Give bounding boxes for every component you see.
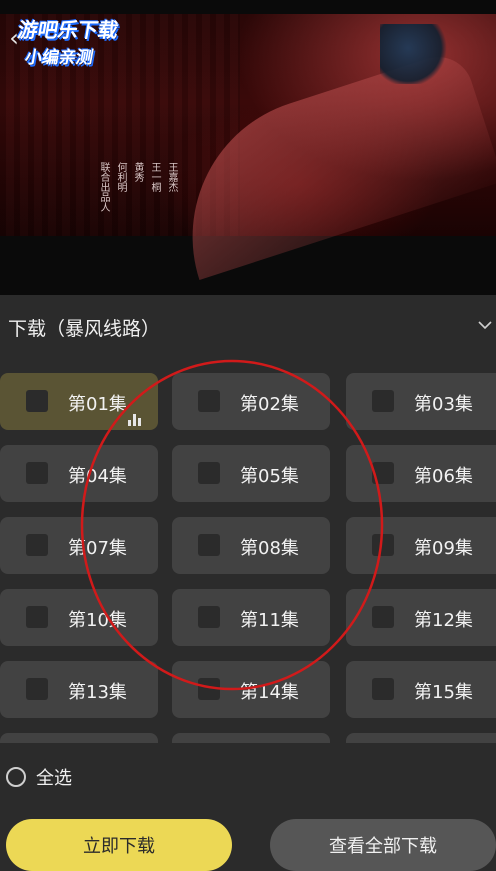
episode-label: 第12集 <box>414 610 473 631</box>
episode-item-1[interactable]: 第01集 <box>0 373 158 430</box>
episode-grid: 第01集 第02集 第03集第04集 第05集 第06集第07集 第08集 第09集第10集… <box>0 373 496 743</box>
credit-0: 王嘉杰 <box>166 162 177 192</box>
video-credits: 联合出品人 何利明 黄秀 王一桐 王嘉杰 <box>98 162 177 212</box>
episode-label: 第14集 <box>240 682 299 703</box>
checkbox-icon[interactable] <box>198 390 220 412</box>
view-all-downloads-button[interactable]: 查看全部下载 <box>270 819 496 871</box>
episode-item-12[interactable]: 第12集 <box>346 589 496 646</box>
credit-3: 何利明 <box>115 162 126 192</box>
episode-label: 第06集 <box>414 466 473 487</box>
episode-label: 第04集 <box>68 466 127 487</box>
chevron-down-icon[interactable] <box>478 318 492 332</box>
select-all-label: 全选 <box>36 768 72 789</box>
checkbox-icon[interactable] <box>26 606 48 628</box>
checkbox-icon[interactable] <box>198 462 220 484</box>
episode-item-11[interactable]: 第11集 <box>172 589 330 646</box>
episode-item-2[interactable]: 第02集 <box>172 373 330 430</box>
checkbox-icon[interactable] <box>198 606 220 628</box>
download-now-button[interactable]: 立即下载 <box>6 819 232 871</box>
episode-label: 第10集 <box>68 610 127 631</box>
checkbox-icon[interactable] <box>198 534 220 556</box>
episode-item-10[interactable]: 第10集 <box>0 589 158 646</box>
radio-icon[interactable] <box>6 767 26 787</box>
episode-item-7[interactable]: 第07集 <box>0 517 158 574</box>
playing-bars-icon <box>128 414 141 426</box>
episode-label: 第08集 <box>240 538 299 559</box>
episode-item-14[interactable]: 第14集 <box>172 661 330 718</box>
episode-item-3[interactable]: 第03集 <box>346 373 496 430</box>
episode-item-6[interactable]: 第06集 <box>346 445 496 502</box>
checkbox-icon[interactable] <box>26 390 48 412</box>
checkbox-icon[interactable] <box>198 678 220 700</box>
checkbox-icon[interactable] <box>372 390 394 412</box>
episode-item-13[interactable]: 第13集 <box>0 661 158 718</box>
checkbox-icon[interactable] <box>26 678 48 700</box>
episode-item-partial[interactable] <box>0 733 158 743</box>
episode-label: 第05集 <box>240 466 299 487</box>
episode-item-5[interactable]: 第05集 <box>172 445 330 502</box>
watermark-logo: 游吧乐下载 小编亲测 <box>11 14 121 68</box>
watermark-line2: 小编亲测 <box>23 48 95 68</box>
download-title: 下载（暴风线路） <box>8 318 161 340</box>
episode-label: 第11集 <box>240 610 299 631</box>
episode-label: 第01集 <box>68 394 127 415</box>
episode-item-9[interactable]: 第09集 <box>346 517 496 574</box>
episode-label: 第09集 <box>414 538 473 559</box>
episode-item-partial[interactable] <box>172 733 330 743</box>
episode-label: 第13集 <box>68 682 127 703</box>
video-player[interactable]: 联合出品人 何利明 黄秀 王一桐 王嘉杰 ‹ 游吧乐下载 小编亲测 <box>0 0 496 295</box>
episode-item-partial[interactable] <box>346 733 496 743</box>
checkbox-icon[interactable] <box>372 606 394 628</box>
checkbox-icon[interactable] <box>372 534 394 556</box>
credit-1: 王一桐 <box>149 162 160 192</box>
checkbox-icon[interactable] <box>26 462 48 484</box>
credit-2: 黄秀 <box>132 162 143 182</box>
credit-4: 联合出品人 <box>98 162 109 212</box>
episode-item-4[interactable]: 第04集 <box>0 445 158 502</box>
episode-label: 第03集 <box>414 394 473 415</box>
episode-label: 第07集 <box>68 538 127 559</box>
scene-feather <box>380 24 450 84</box>
watermark-line1: 游吧乐下载 <box>15 18 121 42</box>
episode-label: 第15集 <box>414 682 473 703</box>
checkbox-icon[interactable] <box>372 678 394 700</box>
select-all-toggle[interactable]: 全选 <box>6 764 72 790</box>
checkbox-icon[interactable] <box>372 462 394 484</box>
checkbox-icon[interactable] <box>26 534 48 556</box>
episode-item-8[interactable]: 第08集 <box>172 517 330 574</box>
episode-label: 第02集 <box>240 394 299 415</box>
episode-item-15[interactable]: 第15集 <box>346 661 496 718</box>
